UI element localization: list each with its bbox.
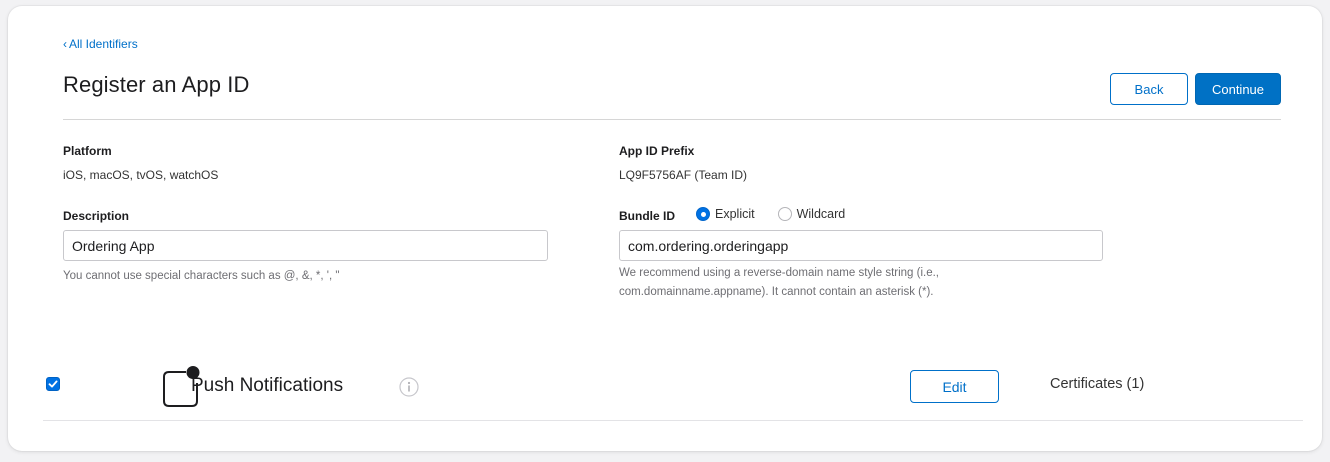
checkmark-icon: [48, 380, 58, 388]
chevron-left-icon: ‹: [63, 37, 67, 51]
info-icon[interactable]: [399, 377, 419, 397]
breadcrumb-label: All Identifiers: [69, 37, 138, 51]
radio-unselected-icon: [777, 207, 792, 221]
capability-name: Push Notifications: [191, 375, 344, 396]
register-app-id-card: ‹ All Identifiers Register an App ID Back…: [8, 6, 1322, 451]
radio-wildcard[interactable]: Wildcard: [777, 207, 846, 221]
continue-button[interactable]: Continue: [1195, 73, 1281, 105]
page-title: Register an App ID: [63, 72, 250, 97]
description-help: You cannot use special characters such a…: [63, 270, 340, 282]
bundle-id-label: Bundle ID: [619, 209, 675, 223]
bundle-id-field[interactable]: [619, 230, 1103, 261]
radio-wildcard-label: Wildcard: [796, 207, 846, 221]
radio-selected-icon: [696, 207, 710, 221]
edit-button[interactable]: Edit: [910, 370, 999, 403]
bundle-id-help: We recommend using a reverse-domain name…: [619, 264, 939, 302]
certificates-count: Certificates (1): [1050, 376, 1145, 392]
push-notifications-checkbox[interactable]: [46, 377, 60, 391]
bundle-id-help-line-1: We recommend using a reverse-domain name…: [619, 267, 940, 279]
platform-value: iOS, macOS, tvOS, watchOS: [63, 168, 219, 182]
bundle-id-type-radio-group: Explicit Wildcard: [696, 207, 845, 221]
app-id-prefix-label: App ID Prefix: [619, 144, 695, 158]
header-divider: [63, 119, 1281, 120]
radio-explicit[interactable]: Explicit: [696, 207, 755, 221]
back-button[interactable]: Back: [1110, 73, 1188, 105]
bundle-id-help-line-2: com.domainname.appname). It cannot conta…: [619, 286, 934, 298]
app-id-prefix-value: LQ9F5756AF (Team ID): [619, 168, 748, 182]
description-label: Description: [63, 209, 130, 223]
description-field[interactable]: [63, 230, 548, 261]
platform-label: Platform: [63, 144, 112, 158]
radio-explicit-label: Explicit: [715, 207, 755, 221]
capability-row-divider: [43, 420, 1303, 421]
breadcrumb-all-identifiers[interactable]: ‹ All Identifiers: [63, 37, 138, 51]
